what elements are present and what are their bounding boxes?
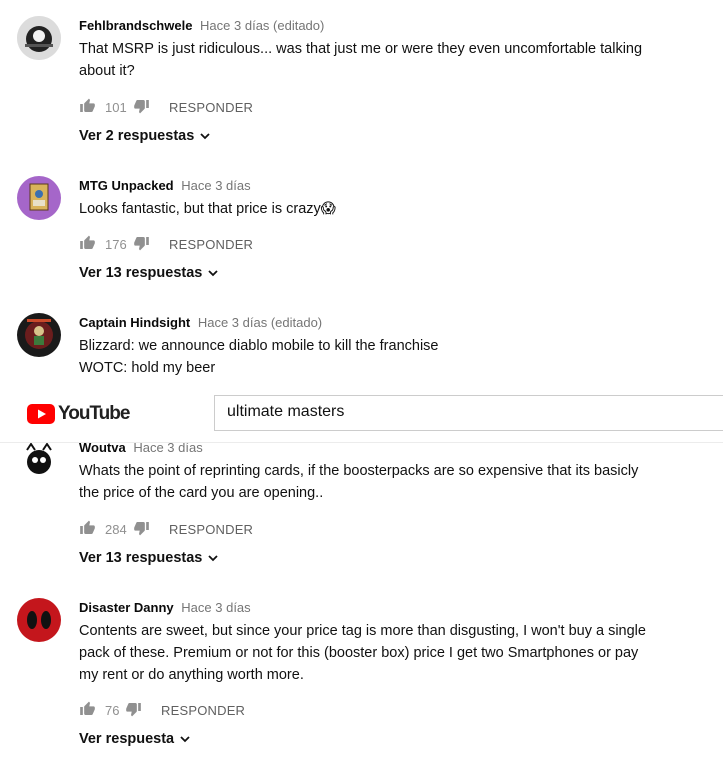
reply-button[interactable]: RESPONDER xyxy=(169,100,253,115)
view-replies-button[interactable]: Ver 13 respuestas xyxy=(79,265,219,281)
comment-actions: 101 RESPONDER xyxy=(79,97,253,117)
view-replies-label: Ver 13 respuestas xyxy=(79,550,203,566)
thumbs-down-icon[interactable] xyxy=(133,235,150,254)
avatar-image xyxy=(17,598,61,642)
comment-timestamp[interactable]: Hace 3 días xyxy=(181,178,250,193)
comment-actions: 76 RESPONDER xyxy=(79,700,245,720)
avatar-image xyxy=(17,16,61,60)
avatar[interactable] xyxy=(17,176,61,220)
chevron-down-icon xyxy=(200,133,210,140)
reply-button[interactable]: RESPONDER xyxy=(161,703,245,718)
thumbs-up-icon[interactable] xyxy=(79,520,96,539)
avatar[interactable] xyxy=(17,16,61,60)
comment-author[interactable]: Fehlbrandschwele xyxy=(79,18,192,33)
thumbs-up-icon[interactable] xyxy=(79,98,96,117)
view-replies-label: Ver 13 respuestas xyxy=(79,265,203,281)
reply-button[interactable]: RESPONDER xyxy=(169,237,253,252)
search-input[interactable] xyxy=(227,403,707,421)
comment-timestamp[interactable]: Hace 3 días (editado) xyxy=(200,18,324,33)
comment-text-line: Blizzard: we announce diablo mobile to k… xyxy=(79,338,439,354)
comment-text-line: Contents are sweet, but since your price… xyxy=(79,623,646,639)
youtube-logo[interactable]: YouTube xyxy=(27,403,130,425)
comment-text-line: That MSRP is just ridiculous... was that… xyxy=(79,41,643,57)
avatar[interactable] xyxy=(17,438,61,482)
youtube-play-icon xyxy=(27,404,55,424)
avatar-image xyxy=(17,313,61,357)
view-replies-button[interactable]: Ver respuesta xyxy=(79,731,191,747)
comment-text-line: Whats the point of reprinting cards, if … xyxy=(79,463,639,479)
thumbs-up-icon[interactable] xyxy=(79,701,96,720)
comment-text-line: Looks fantastic, but that price is crazy… xyxy=(79,201,336,217)
view-replies-label: Ver respuesta xyxy=(79,731,175,747)
masthead: YouTube xyxy=(0,386,723,443)
comment-text-line: about it? xyxy=(79,63,135,79)
comment-text-line: the price of the card you are opening.. xyxy=(79,485,324,501)
comment-text-line: my rent or do anything worth more. xyxy=(79,667,304,683)
thumbs-down-icon[interactable] xyxy=(125,701,142,720)
view-replies-button[interactable]: Ver 2 respuestas xyxy=(79,128,211,144)
view-replies-button[interactable]: Ver 13 respuestas xyxy=(79,550,219,566)
chevron-down-icon xyxy=(208,270,218,277)
comment-text: That MSRP is just ridiculous... was that… xyxy=(79,38,703,82)
avatar[interactable] xyxy=(17,598,61,642)
comment-actions: 284 RESPONDER xyxy=(79,519,253,539)
chevron-down-icon xyxy=(180,736,190,743)
comment-timestamp[interactable]: Hace 3 días (editado) xyxy=(198,315,322,330)
avatar[interactable] xyxy=(17,313,61,357)
avatar-image xyxy=(17,438,61,482)
comment-author[interactable]: Disaster Danny xyxy=(79,600,174,615)
avatar-image xyxy=(17,176,61,220)
comment-text: Blizzard: we announce diablo mobile to k… xyxy=(79,335,703,379)
like-count: 76 xyxy=(105,702,120,718)
comment-text: Whats the point of reprinting cards, if … xyxy=(79,460,703,504)
search-box[interactable] xyxy=(214,395,723,431)
comment-text-line: pack of these. Premium or not for this (… xyxy=(79,645,639,661)
comment-author[interactable]: MTG Unpacked xyxy=(79,178,174,193)
like-count: 284 xyxy=(105,521,127,537)
comment-text: Looks fantastic, but that price is crazy… xyxy=(79,198,703,220)
chevron-down-icon xyxy=(208,555,218,562)
comment-actions: 176 RESPONDER xyxy=(79,234,253,254)
thumbs-up-icon[interactable] xyxy=(79,235,96,254)
view-replies-label: Ver 2 respuestas xyxy=(79,128,195,144)
thumbs-down-icon[interactable] xyxy=(133,98,150,117)
comment-timestamp[interactable]: Hace 3 días xyxy=(181,600,250,615)
comment-text: Contents are sweet, but since your price… xyxy=(79,620,703,686)
comment-text-line: WOTC: hold my beer xyxy=(79,360,216,376)
thumbs-down-icon[interactable] xyxy=(133,520,150,539)
youtube-wordmark: YouTube xyxy=(58,403,130,424)
like-count: 101 xyxy=(105,99,127,115)
comment-author[interactable]: Captain Hindsight xyxy=(79,315,190,330)
reply-button[interactable]: RESPONDER xyxy=(169,522,253,537)
like-count: 176 xyxy=(105,236,127,252)
